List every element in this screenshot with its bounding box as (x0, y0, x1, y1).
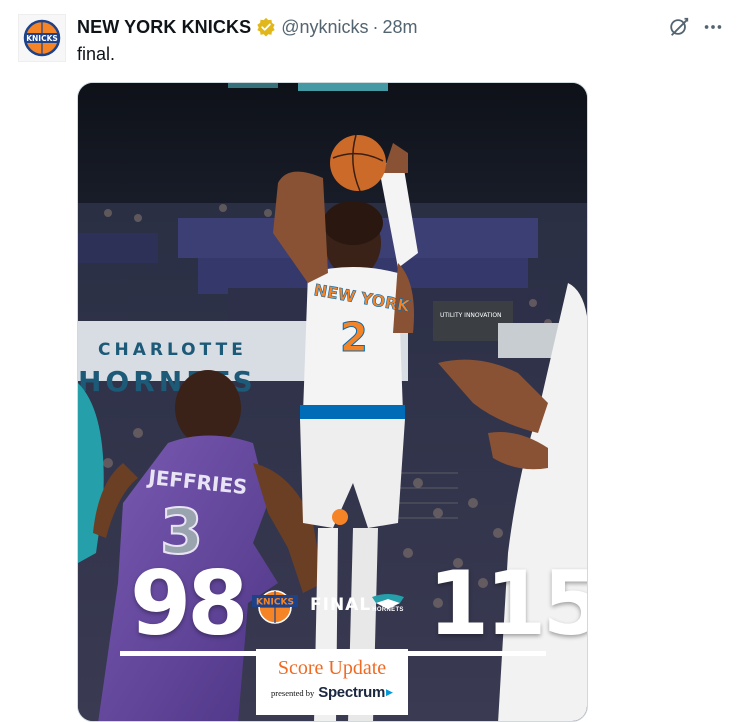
presented-by-text: presented by (271, 687, 315, 698)
svg-text:KNICKS: KNICKS (26, 34, 58, 43)
hornets-logo-text: HORNETS (372, 607, 404, 613)
sponsor-row: presented by Spectrum ▶ (256, 684, 408, 701)
sponsor-logo: Spectrum (318, 684, 386, 701)
svg-text:KNICKS: KNICKS (256, 598, 294, 608)
separator-dot: · (372, 16, 379, 37)
sponsor-arrow-icon: ▶ (386, 687, 393, 697)
timestamp[interactable]: 28m (382, 17, 417, 38)
tweet-text: final. (77, 44, 116, 64)
tweet-header: NEW YORK KNICKS @nyknicks · 28m (77, 14, 418, 40)
score-update-banner: Score Update presented by Spectrum ▶ (256, 649, 408, 715)
score-hornets: 115 (428, 552, 588, 655)
handle[interactable]: @nyknicks (281, 17, 368, 38)
svg-text:CHARLOTTE: CHARLOTTE (98, 340, 247, 360)
more-icon[interactable] (702, 16, 724, 38)
knicks-logo-icon: KNICKS (252, 590, 298, 624)
game-status: FINAL (310, 595, 372, 615)
grok-icon[interactable] (668, 16, 690, 38)
svg-text:UTILITY INNOVATION: UTILITY INNOVATION (440, 312, 502, 319)
knicks-logo-icon: KNICKS (23, 19, 61, 57)
display-name[interactable]: NEW YORK KNICKS (77, 17, 251, 38)
svg-text:2: 2 (340, 315, 368, 361)
verified-badge-icon (257, 17, 275, 37)
avatar[interactable]: KNICKS (18, 14, 66, 62)
score-knicks: 98 (130, 552, 248, 655)
banner-title: Score Update (277, 657, 387, 679)
tweet-media[interactable]: CHARLOTTE HORNETS UTILITY INNOVATION JEF… (77, 82, 588, 722)
